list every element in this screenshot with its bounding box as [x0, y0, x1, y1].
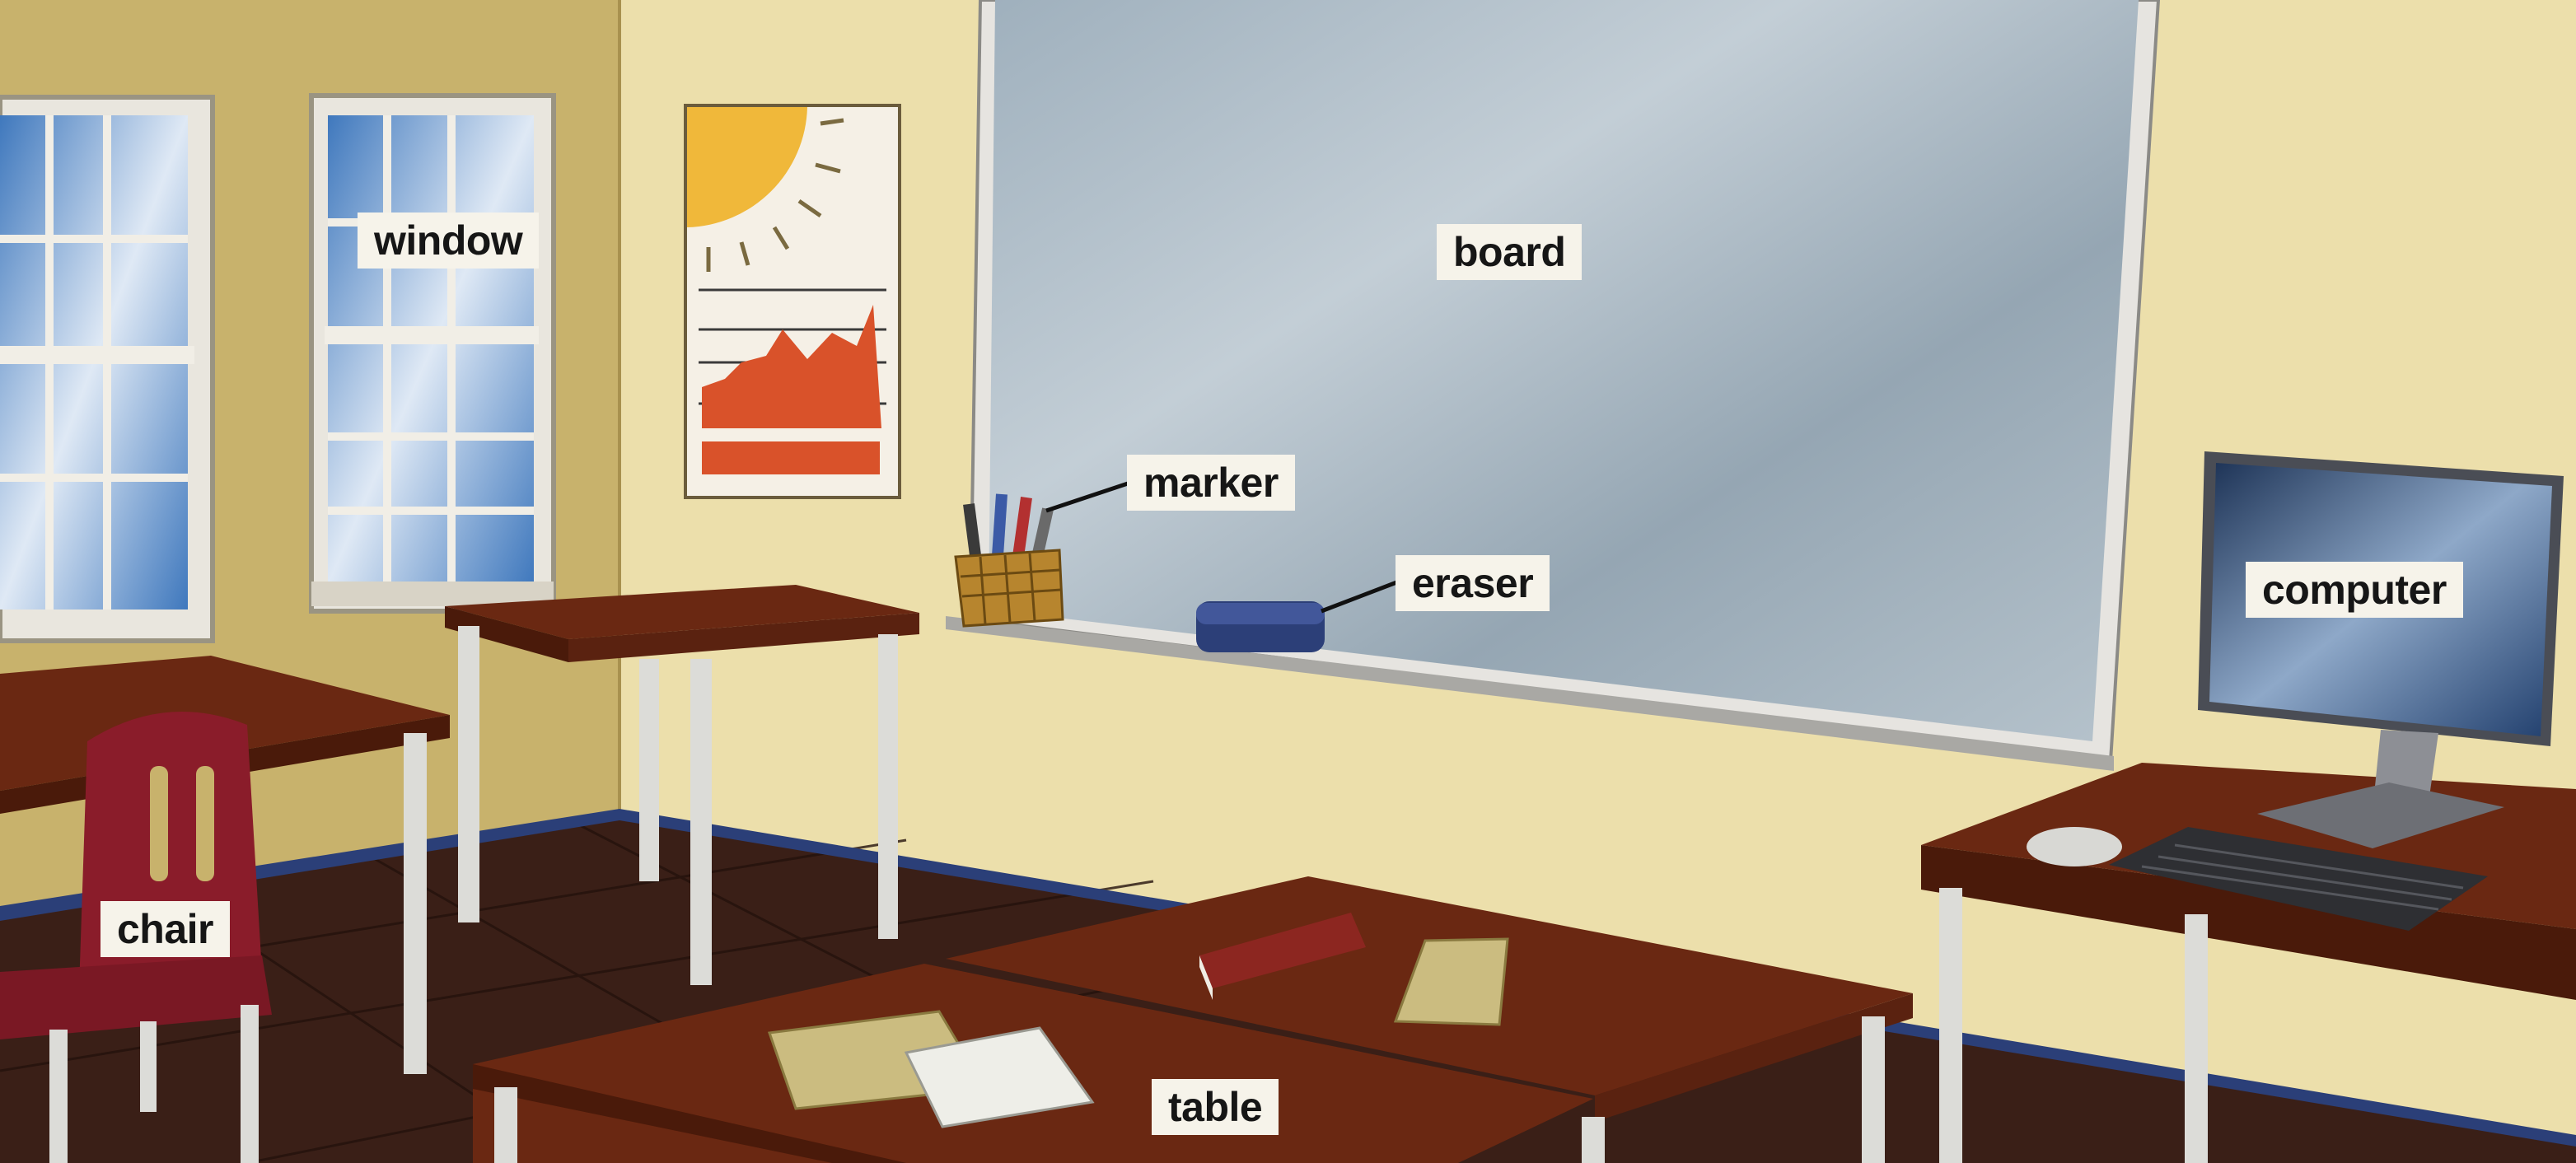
window-right — [309, 93, 556, 614]
board-label: board — [1437, 224, 1583, 280]
eraser-label: eraser — [1396, 555, 1550, 611]
chair-label: chair — [101, 901, 231, 957]
computer-label: computer — [2246, 562, 2463, 618]
marker-label: marker — [1127, 455, 1295, 511]
poster — [684, 104, 901, 499]
window-label: window — [358, 213, 540, 269]
classroom-vocabulary-illustration: window board marker eraser computer chai… — [0, 0, 2576, 1163]
table-label: table — [1152, 1079, 1279, 1135]
window-left — [0, 95, 215, 643]
eraser-object — [1196, 601, 1325, 652]
classroom-scene — [0, 0, 2576, 1163]
